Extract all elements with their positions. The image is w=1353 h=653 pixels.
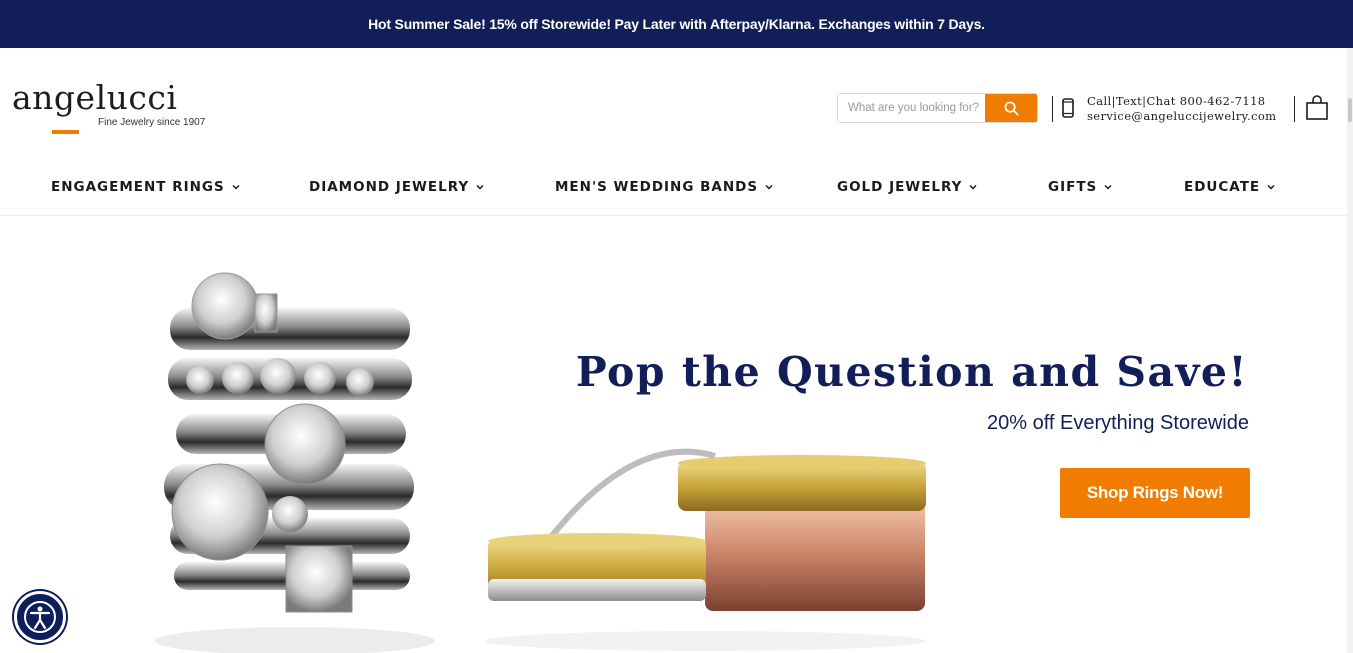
- scrollbar-thumb[interactable]: [1348, 98, 1352, 122]
- logo-tagline: Fine Jewelry since 1907: [98, 117, 206, 128]
- hero-banner: Pop the Question and Save! 20% off Every…: [0, 216, 1353, 653]
- nav-mens-wedding-bands[interactable]: MEN'S WEDDING BANDS: [555, 172, 774, 202]
- chevron-down-icon: [969, 184, 977, 190]
- nav-engagement-rings[interactable]: ENGAGEMENT RINGS: [51, 172, 241, 202]
- accessibility-icon: [24, 601, 56, 633]
- chevron-down-icon: [232, 184, 240, 190]
- nav-label: GIFTS: [1048, 179, 1098, 195]
- announcement-text: Hot Summer Sale! 15% off Storewide! Pay …: [368, 16, 985, 32]
- hero-subtitle: 20% off Everything Storewide: [986, 412, 1249, 434]
- chevron-down-icon: [1267, 184, 1275, 190]
- nav-diamond-jewelry[interactable]: DIAMOND JEWELRY: [309, 172, 485, 202]
- main-navigation: ENGAGEMENT RINGS DIAMOND JEWELRY MEN'S W…: [0, 172, 1353, 202]
- nav-label: EDUCATE: [1184, 179, 1261, 195]
- nav-educate[interactable]: EDUCATE: [1184, 172, 1276, 202]
- nav-gifts[interactable]: GIFTS: [1048, 172, 1113, 202]
- site-header: angelucci Fine Jewelry since 1907 Call|T…: [0, 48, 1353, 216]
- logo-wordmark: angelucci: [12, 78, 178, 117]
- logo-accent-bar: [52, 130, 79, 134]
- nav-label: DIAMOND JEWELRY: [309, 179, 470, 195]
- nav-label: GOLD JEWELRY: [837, 179, 963, 195]
- header-divider: [1052, 96, 1053, 122]
- logo[interactable]: angelucci Fine Jewelry since 1907: [12, 78, 212, 138]
- shop-rings-button[interactable]: Shop Rings Now!: [1060, 468, 1250, 518]
- hero-title: Pop the Question and Save!: [575, 348, 1248, 396]
- contact-phone[interactable]: Call|Text|Chat 800-462-7118: [1087, 94, 1277, 109]
- header-divider: [1294, 96, 1295, 122]
- mobile-phone-icon: [1062, 98, 1074, 118]
- announcement-bar: Hot Summer Sale! 15% off Storewide! Pay …: [0, 0, 1353, 48]
- contact-info: Call|Text|Chat 800-462-7118 service@ange…: [1087, 94, 1277, 124]
- nav-label: ENGAGEMENT RINGS: [51, 179, 225, 195]
- search-button[interactable]: [985, 94, 1037, 122]
- nav-gold-jewelry[interactable]: GOLD JEWELRY: [837, 172, 978, 202]
- chevron-down-icon: [1104, 184, 1112, 190]
- chevron-down-icon: [765, 184, 773, 190]
- accessibility-button[interactable]: [14, 591, 66, 643]
- ring-stack-image: [155, 272, 435, 653]
- shopping-bag-icon[interactable]: [1305, 95, 1329, 121]
- wedding-bands-image: [485, 448, 926, 651]
- search-form: [837, 93, 1038, 123]
- page-scrollbar[interactable]: [1347, 48, 1353, 653]
- search-icon: [1004, 101, 1018, 115]
- chevron-down-icon: [476, 184, 484, 190]
- contact-email[interactable]: service@angeluccijewelry.com: [1087, 109, 1277, 124]
- search-input[interactable]: [838, 94, 985, 122]
- nav-label: MEN'S WEDDING BANDS: [555, 179, 759, 195]
